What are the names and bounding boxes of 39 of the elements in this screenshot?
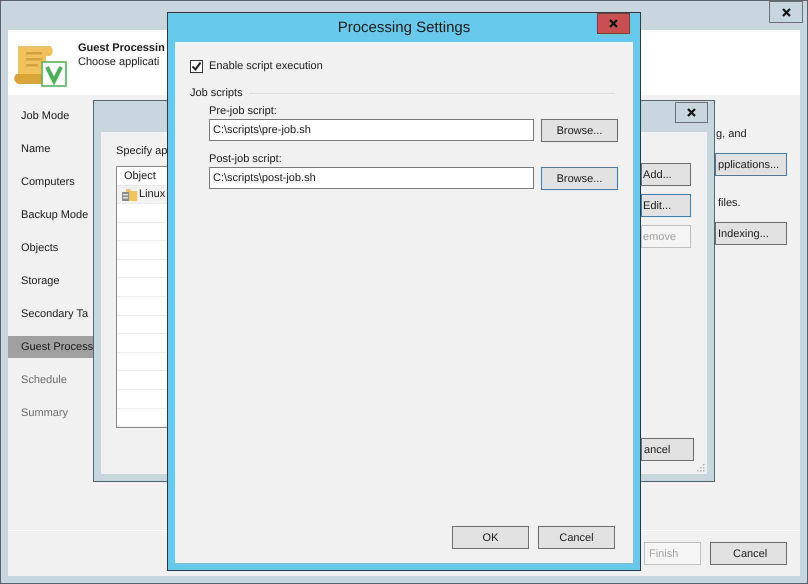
wizard-step[interactable]: Guest Process: [8, 336, 94, 358]
resize-grip-icon: [697, 464, 705, 472]
close-button[interactable]: [675, 102, 708, 123]
wizard-step[interactable]: Name: [8, 138, 94, 160]
checkbox[interactable]: [190, 60, 203, 72]
wizard-step[interactable]: Secondary Ta: [8, 303, 94, 325]
settings-button[interactable]: pplications...: [715, 153, 787, 176]
wizard-step[interactable]: Backup Mode: [8, 204, 94, 226]
description-text: files.: [718, 197, 741, 209]
step-description: Choose applicati: [78, 56, 160, 68]
dialog-button[interactable]: OK: [452, 526, 529, 549]
wizard-step[interactable]: Storage: [8, 270, 94, 292]
dialog-button[interactable]: Cancel: [538, 526, 615, 549]
script-path-field[interactable]: C:\scripts\pre-job.sh: [209, 119, 534, 141]
close-button[interactable]: [769, 1, 803, 23]
field-label: Post-job script:: [209, 153, 283, 165]
wizard-step[interactable]: Job Mode: [8, 105, 94, 127]
browse-button[interactable]: Browse...: [541, 167, 618, 190]
step-title: Guest Processin: [78, 42, 165, 54]
footer-button[interactable]: Cancel: [710, 542, 787, 565]
list-action-button[interactable]: Add...: [641, 163, 691, 186]
browse-button[interactable]: Browse...: [541, 119, 618, 142]
wizard-step[interactable]: Computers: [8, 171, 94, 193]
close-icon: [609, 19, 618, 28]
partial-button[interactable]: ancel: [641, 438, 694, 461]
column-header[interactable]: Object: [124, 170, 156, 182]
description-text: g, and: [716, 128, 747, 140]
list-action-button[interactable]: Edit...: [641, 194, 691, 217]
field-label: Pre-job script:: [209, 105, 278, 117]
close-icon: [687, 108, 696, 117]
checkbox-label[interactable]: Enable script execution: [209, 60, 323, 72]
script-path-field[interactable]: C:\scripts\post-job.sh: [209, 167, 534, 189]
server-folder-icon: [121, 186, 137, 202]
group-title: Job scripts: [190, 87, 243, 99]
wizard-step[interactable]: Objects: [8, 237, 94, 259]
instruction-text: Specify ap: [116, 145, 168, 157]
close-icon: [782, 8, 790, 16]
dialog-title: Processing Settings: [338, 19, 470, 36]
settings-button[interactable]: Indexing...: [715, 222, 787, 245]
